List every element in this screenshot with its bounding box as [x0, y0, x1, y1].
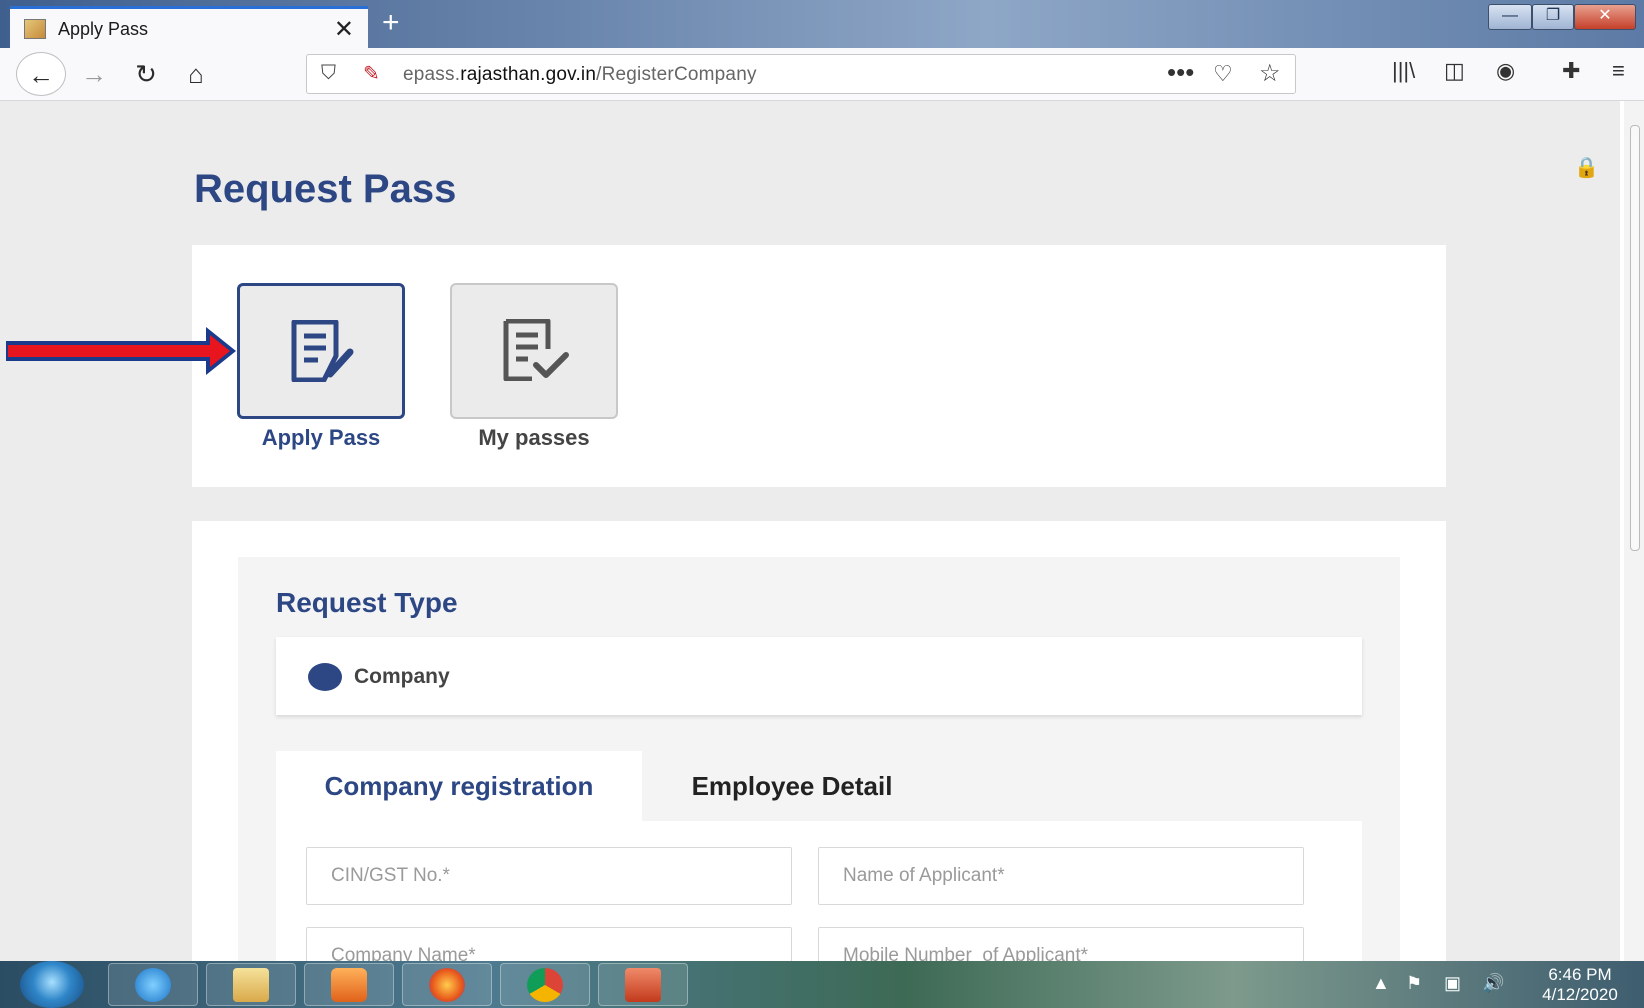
taskbar-firefox[interactable]: [402, 963, 492, 1006]
taskbar-chrome[interactable]: [500, 963, 590, 1006]
pass-options-card: Apply Pass My passes: [192, 245, 1446, 487]
show-hidden-icons-icon[interactable]: ▲: [1372, 973, 1390, 994]
pocket-icon[interactable]: ♡: [1213, 61, 1233, 87]
apply-pass-tile[interactable]: [237, 283, 405, 419]
url-text[interactable]: epass.rajasthan.gov.in/RegisterCompany: [403, 64, 757, 86]
account-icon[interactable]: ◉: [1496, 58, 1515, 84]
site-favicon-icon: [24, 19, 46, 39]
address-bar[interactable]: ⛉ ✎ epass.rajasthan.gov.in/RegisterCompa…: [306, 54, 1296, 94]
tracking-protection-shield-icon[interactable]: ⛉: [321, 62, 336, 85]
document-edit-icon: [291, 320, 354, 382]
annotation-arrow: [6, 327, 236, 375]
company-radio[interactable]: [308, 663, 342, 691]
sidebar-icon[interactable]: ◫: [1444, 58, 1465, 84]
start-button[interactable]: [20, 961, 84, 1008]
request-type-options: Company: [276, 637, 1362, 715]
internet-explorer-icon: [135, 968, 171, 1002]
browser-tab-strip: Apply Pass ✕ + — ❐ ✕: [0, 0, 1644, 48]
cin-gst-input[interactable]: [306, 847, 792, 905]
forward-button[interactable]: →: [76, 56, 112, 92]
window-minimize-button[interactable]: —: [1488, 4, 1532, 30]
reload-button[interactable]: ↻: [128, 56, 164, 92]
request-form-card: Request Type Company Company registratio…: [192, 521, 1446, 961]
clock-date: 4/12/2020: [1542, 985, 1618, 1004]
taskbar-powerpoint[interactable]: [598, 963, 688, 1006]
media-player-icon: [331, 968, 367, 1002]
insecure-connection-icon[interactable]: ✎: [363, 61, 380, 86]
whats-new-gift-icon[interactable]: ✚: [1562, 58, 1580, 84]
library-icon[interactable]: |||\: [1392, 58, 1415, 84]
chrome-icon: [527, 968, 563, 1002]
apply-pass-label[interactable]: Apply Pass: [237, 425, 405, 451]
back-button[interactable]: ←: [16, 52, 66, 96]
form-panel: Request Type Company Company registratio…: [238, 557, 1400, 961]
firefox-icon: [429, 968, 465, 1002]
window-close-button[interactable]: ✕: [1574, 4, 1636, 30]
page-viewport: 🔒 Request Pass Apply Pass My passes Requ…: [0, 101, 1620, 961]
company-name-input[interactable]: [306, 927, 792, 961]
system-clock[interactable]: 6:46 PM 4/12/2020: [1530, 965, 1630, 1005]
hamburger-menu-icon[interactable]: ≡: [1612, 58, 1625, 84]
tab-title: Apply Pass: [58, 19, 149, 39]
browser-navigation-bar: ← → ↻ ⌂ ⛉ ✎ epass.rajasthan.gov.in/Regis…: [0, 48, 1644, 101]
applicant-name-input[interactable]: [818, 847, 1304, 905]
page-title: Request Pass: [194, 167, 457, 211]
file-explorer-icon: [233, 968, 269, 1002]
tab-close-icon[interactable]: ✕: [334, 15, 354, 44]
window-maximize-button[interactable]: ❐: [1532, 4, 1574, 30]
company-radio-label[interactable]: Company: [354, 665, 450, 689]
network-icon[interactable]: ▣: [1444, 973, 1461, 994]
tab-employee-detail[interactable]: Employee Detail: [642, 751, 942, 821]
new-tab-button[interactable]: +: [382, 6, 400, 40]
powerpoint-icon: [625, 968, 661, 1002]
company-registration-fields: [276, 821, 1362, 961]
request-type-title: Request Type: [276, 587, 458, 618]
browser-tab-apply-pass[interactable]: Apply Pass ✕: [10, 6, 368, 48]
scrollbar-thumb[interactable]: [1630, 125, 1640, 551]
applicant-mobile-input[interactable]: [818, 927, 1304, 961]
vertical-scrollbar[interactable]: [1624, 101, 1644, 961]
my-passes-label[interactable]: My passes: [450, 425, 618, 451]
action-center-flag-icon[interactable]: ⚑: [1406, 973, 1422, 994]
home-button[interactable]: ⌂: [178, 56, 214, 92]
taskbar-file-explorer[interactable]: [206, 963, 296, 1006]
document-check-icon: [503, 319, 569, 381]
page-actions-more-icon[interactable]: •••: [1167, 57, 1194, 88]
bookmark-star-icon[interactable]: ☆: [1259, 59, 1281, 88]
padlock-icon: 🔒: [1574, 157, 1599, 179]
clock-time: 6:46 PM: [1548, 965, 1612, 984]
taskbar-internet-explorer[interactable]: [108, 963, 198, 1006]
volume-icon[interactable]: 🔊: [1482, 973, 1504, 994]
taskbar-media-player[interactable]: [304, 963, 394, 1006]
my-passes-tile[interactable]: [450, 283, 618, 419]
windows-taskbar: ▲ ⚑ ▣ 🔊 6:46 PM 4/12/2020: [0, 961, 1644, 1008]
tab-company-registration[interactable]: Company registration: [276, 751, 642, 821]
